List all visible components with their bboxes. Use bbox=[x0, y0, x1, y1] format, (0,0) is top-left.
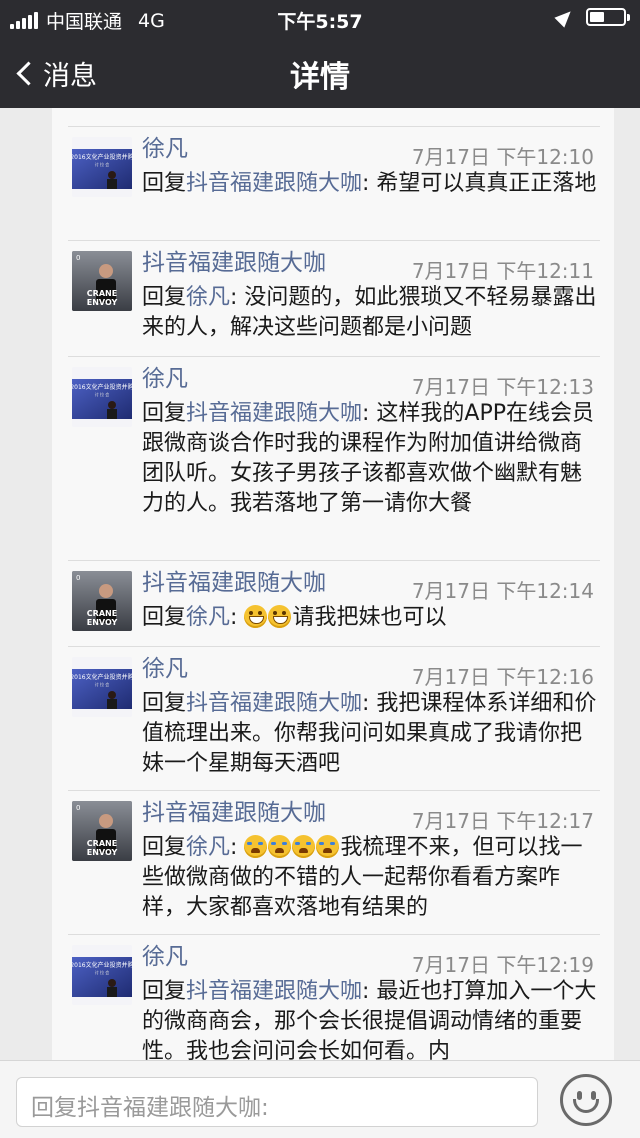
reply-target-link[interactable]: 徐凡 bbox=[186, 835, 230, 860]
svg-text:讨 拉 会: 讨 拉 会 bbox=[95, 161, 110, 167]
avatar[interactable]: 0 CRANE ENVOY bbox=[72, 571, 132, 631]
avatar[interactable]: 2016文化产业投资并购 讨 拉 会 bbox=[72, 657, 132, 717]
svg-text:0: 0 bbox=[76, 254, 80, 262]
avatar[interactable]: 2016文化产业投资并购 讨 拉 会 bbox=[72, 945, 132, 1005]
svg-text:CRANE: CRANE bbox=[87, 289, 117, 298]
page-title: 详情 bbox=[290, 60, 350, 95]
svg-text:ENVOY: ENVOY bbox=[87, 848, 118, 857]
cry-emoji-icon bbox=[316, 835, 340, 858]
svg-text:CRANE: CRANE bbox=[87, 609, 117, 618]
reply-target-link[interactable]: 徐凡 bbox=[186, 285, 230, 310]
battery-icon bbox=[586, 8, 630, 26]
svg-text:2016文化产业投资并购: 2016文化产业投资并购 bbox=[72, 383, 132, 391]
reply-target-link[interactable]: 抖音福建跟随大咖 bbox=[186, 171, 362, 196]
list-item[interactable]: 2016文化产业投资并购 讨 拉 会 徐凡 7月17日 下午12:16 回复抖音… bbox=[68, 646, 600, 788]
svg-text:ENVOY: ENVOY bbox=[87, 298, 118, 307]
list-item[interactable]: 0 CRANE ENVOY 抖音福建跟随大咖 7月17日 下午12:14 回复徐… bbox=[68, 560, 600, 642]
comment-author[interactable]: 徐凡 bbox=[142, 129, 188, 163]
comment-author[interactable]: 徐凡 bbox=[142, 937, 188, 971]
comment-time: 7月17日 下午12:16 bbox=[411, 665, 594, 689]
svg-text:CRANE: CRANE bbox=[87, 839, 117, 848]
avatar-image: 2016文化产业投资并购 讨 拉 会 bbox=[72, 137, 132, 197]
list-item[interactable]: 0 CRANE ENVOY 抖音福建跟随大咖 7月17日 下午12:11 回复徐… bbox=[68, 240, 600, 352]
cry-emoji-icon bbox=[292, 835, 316, 858]
location-arrow-icon bbox=[554, 6, 576, 28]
svg-text:2016文化产业投资并购: 2016文化产业投资并购 bbox=[72, 673, 132, 681]
comment-time: 7月17日 下午12:11 bbox=[411, 259, 594, 283]
reply-target-link[interactable]: 抖音福建跟随大咖 bbox=[186, 401, 362, 426]
avatar[interactable]: 2016文化产业投资并购 讨 拉 会 bbox=[72, 367, 132, 427]
grin-emoji-icon bbox=[244, 605, 268, 628]
avatar[interactable]: 2016文化产业投资并购 讨 拉 会 bbox=[72, 137, 132, 197]
svg-text:2016文化产业投资并购: 2016文化产业投资并购 bbox=[72, 153, 132, 161]
avatar-image: 0 CRANE ENVOY bbox=[72, 251, 132, 311]
comment-text: 回复抖音福建跟随大咖: 我把课程体系详细和价值梳理出来。你帮我问问如果真成了我请… bbox=[142, 691, 597, 776]
comment-text: 回复徐凡: 我梳理不来，但可以找一些做微商做的不错的人一起帮你看看方案咋样，大家… bbox=[142, 835, 583, 920]
avatar[interactable]: 0 CRANE ENVOY bbox=[72, 251, 132, 311]
comment-text: 回复徐凡: 请我把妹也可以 bbox=[142, 605, 447, 630]
nav-bar: 消息 详情 bbox=[0, 36, 640, 108]
comment-time: 7月17日 下午12:19 bbox=[411, 953, 594, 977]
comment-author[interactable]: 抖音福建跟随大咖 bbox=[142, 793, 326, 827]
avatar-image: 2016文化产业投资并购 讨 拉 会 bbox=[72, 367, 132, 427]
smiley-mouth bbox=[573, 1099, 599, 1113]
comment-text: 回复抖音福建跟随大咖: 希望可以真真正正落地 bbox=[142, 171, 597, 196]
clock: 下午5:57 bbox=[277, 11, 363, 33]
reply-bar: 回复抖音福建跟随大咖: bbox=[0, 1060, 640, 1138]
comment-time: 7月17日 下午12:10 bbox=[411, 145, 594, 169]
list-item[interactable]: 0 CRANE ENVOY 抖音福建跟随大咖 7月17日 下午12:17 回复徐… bbox=[68, 790, 600, 932]
emoji-button[interactable] bbox=[560, 1074, 612, 1126]
list-item[interactable]: 2016文化产业投资并购 讨 拉 会 徐凡 7月17日 下午12:13 回复抖音… bbox=[68, 356, 600, 558]
reply-target-link[interactable]: 抖音福建跟随大咖 bbox=[186, 691, 362, 716]
svg-text:ENVOY: ENVOY bbox=[87, 618, 118, 627]
comment-text: 回复抖音福建跟随大咖: 这样我的APP在线会员跟微商谈合作时我的课程作为附加值讲… bbox=[142, 401, 595, 516]
avatar-image: 0 CRANE ENVOY bbox=[72, 571, 132, 631]
reply-input[interactable]: 回复抖音福建跟随大咖: bbox=[16, 1077, 538, 1127]
comment-text: 回复抖音福建跟随大咖: 最近也打算加入一个大的微商商会，那个会长很提倡调动情绪的… bbox=[142, 979, 597, 1060]
comment-author[interactable]: 徐凡 bbox=[142, 359, 188, 393]
status-bar: 中国联通 4G 下午5:57 bbox=[0, 0, 640, 36]
reply-target-link[interactable]: 抖音福建跟随大咖 bbox=[186, 979, 362, 1004]
avatar-image: 0 CRANE ENVOY bbox=[72, 801, 132, 861]
comment-text: 回复徐凡: 没问题的，如此猥琐又不轻易暴露出来的人，解决这些问题都是小问题 bbox=[142, 285, 597, 340]
comment-list[interactable]: 2016文化产业投资并购 讨 拉 会 徐凡 7月17日 下午12:10 回复抖音… bbox=[0, 108, 640, 1060]
avatar-image: 2016文化产业投资并购 讨 拉 会 bbox=[72, 657, 132, 717]
comment-author[interactable]: 抖音福建跟随大咖 bbox=[142, 563, 326, 597]
cry-emoji-icon bbox=[268, 835, 292, 858]
svg-text:讨 拉 会: 讨 拉 会 bbox=[95, 391, 110, 397]
list-item[interactable]: 2016文化产业投资并购 讨 拉 会 徐凡 7月17日 下午12:10 回复抖音… bbox=[68, 126, 600, 238]
reply-target-link[interactable]: 徐凡 bbox=[186, 605, 230, 630]
svg-text:讨 拉 会: 讨 拉 会 bbox=[95, 681, 110, 687]
svg-text:2016文化产业投资并购: 2016文化产业投资并购 bbox=[72, 961, 132, 969]
svg-text:0: 0 bbox=[76, 574, 80, 582]
grin-emoji-icon bbox=[268, 605, 292, 628]
svg-text:讨 拉 会: 讨 拉 会 bbox=[95, 969, 110, 975]
comment-author[interactable]: 抖音福建跟随大咖 bbox=[142, 243, 326, 277]
list-item[interactable]: 2016文化产业投资并购 讨 拉 会 徐凡 7月17日 下午12:19 回复抖音… bbox=[68, 934, 600, 1060]
comment-time: 7月17日 下午12:14 bbox=[411, 579, 594, 603]
comment-time: 7月17日 下午12:13 bbox=[411, 375, 594, 399]
avatar[interactable]: 0 CRANE ENVOY bbox=[72, 801, 132, 861]
status-right bbox=[554, 6, 630, 28]
avatar-image: 2016文化产业投资并购 讨 拉 会 bbox=[72, 945, 132, 1005]
cry-emoji-icon bbox=[244, 835, 268, 858]
comment-author[interactable]: 徐凡 bbox=[142, 649, 188, 683]
svg-text:0: 0 bbox=[76, 804, 80, 812]
comment-time: 7月17日 下午12:17 bbox=[411, 809, 594, 833]
